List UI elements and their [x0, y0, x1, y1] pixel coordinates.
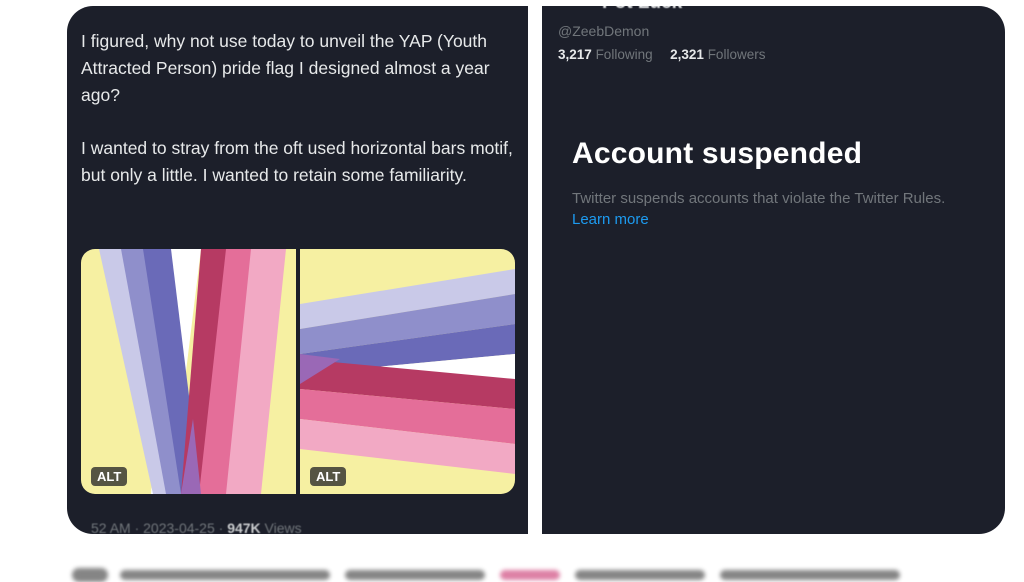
follow-stats: 3,217 Following 2,321 Followers: [558, 47, 765, 62]
flag-image-horizontal[interactable]: ALT: [300, 249, 515, 494]
flag-image-vertical[interactable]: ALT: [81, 249, 296, 494]
tweet-paragraph: I wanted to stray from the oft used hori…: [81, 138, 513, 185]
blurred-bottom-row: [0, 560, 1024, 582]
tweet-media-grid: ALT ALT: [81, 249, 515, 494]
followers-count[interactable]: 2,321: [670, 47, 704, 62]
views-count: 947K: [227, 520, 261, 534]
views-label: Views: [260, 520, 302, 534]
suspended-title: Account suspended: [572, 137, 863, 170]
learn-more-link[interactable]: Learn more: [572, 211, 649, 228]
suspended-body: Twitter suspends accounts that violate t…: [572, 190, 946, 207]
following-label[interactable]: Following: [596, 47, 653, 62]
following-count[interactable]: 3,217: [558, 47, 592, 62]
alt-badge[interactable]: ALT: [310, 467, 347, 486]
profile-name: Pot Luck: [602, 6, 682, 14]
timestamp-text: 52 AM · 2023-04-25 ·: [91, 520, 228, 534]
tweet-timestamp[interactable]: 52 AM · 2023-04-25 · 947K Views: [91, 520, 302, 534]
profile-handle: @ZeebDemon: [558, 23, 650, 39]
followers-label[interactable]: Followers: [708, 47, 766, 62]
suspended-profile: Pot Luck @ZeebDemon 3,217 Following 2,32…: [542, 6, 1005, 534]
screenshot-panel: I figured, why not use today to unveil t…: [67, 6, 1005, 534]
tweet-text: I figured, why not use today to unveil t…: [81, 28, 521, 215]
suspended-message: Twitter suspends accounts that violate t…: [572, 188, 982, 230]
panel-divider: [528, 6, 542, 534]
alt-badge[interactable]: ALT: [91, 467, 128, 486]
tweet-paragraph: I figured, why not use today to unveil t…: [81, 31, 490, 105]
